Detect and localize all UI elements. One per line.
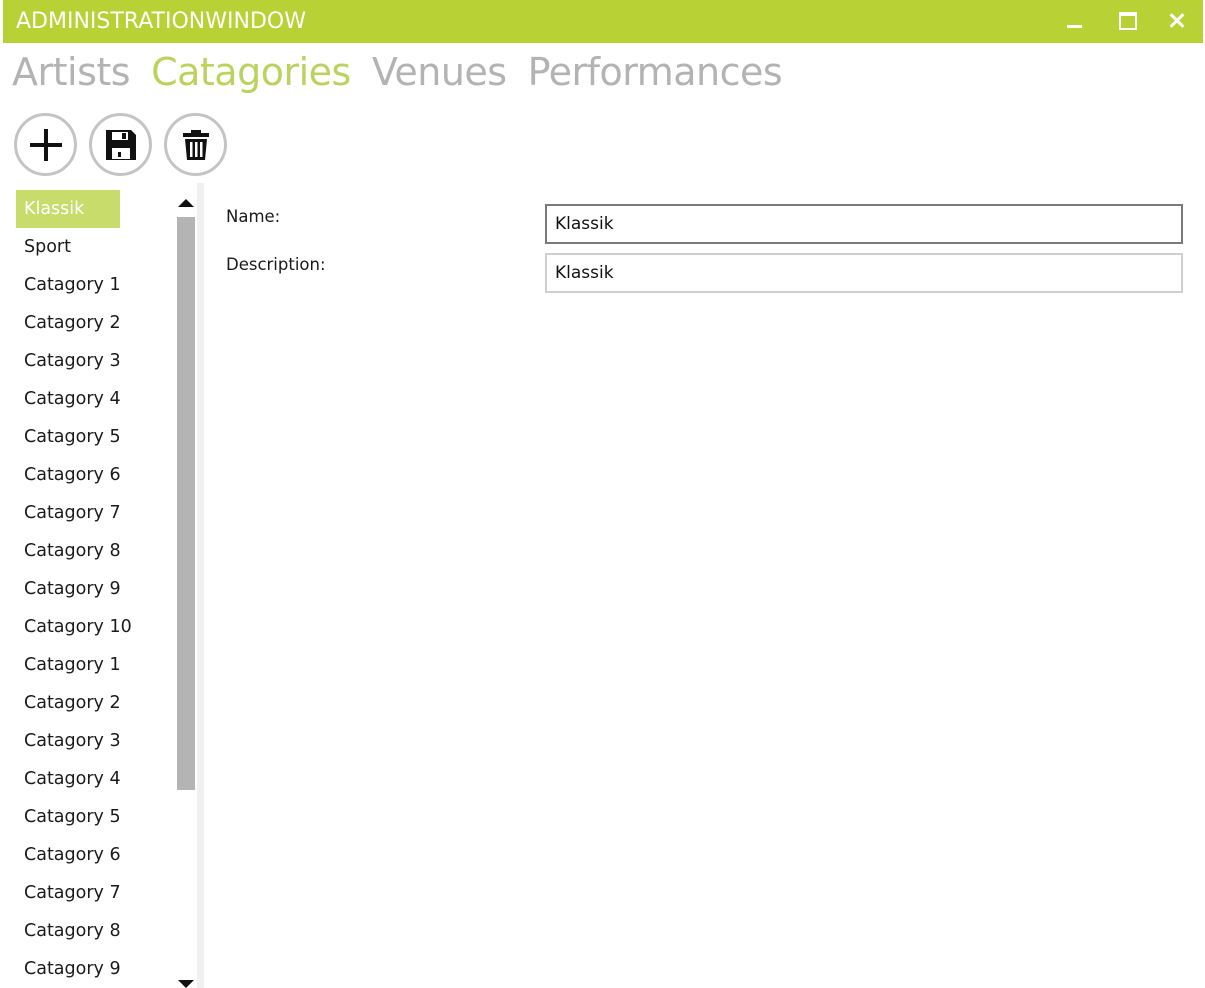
tab-artists[interactable]: Artists [12,50,131,104]
list-item[interactable]: Catagory 6 [16,836,176,874]
panel-splitter[interactable] [197,183,204,988]
list-item[interactable]: Catagory 5 [16,798,176,836]
name-field[interactable] [545,204,1183,244]
description-field[interactable] [545,253,1183,293]
list-item[interactable]: Catagory 2 [16,304,176,342]
list-item[interactable]: Catagory 4 [16,380,176,418]
list-item[interactable]: Catagory 8 [16,912,176,950]
list-item[interactable]: Catagory 3 [16,342,176,380]
minimize-icon[interactable] [1060,6,1090,36]
list-item[interactable]: Catagory 4 [16,760,176,798]
list-item[interactable]: Catagory 9 [16,570,176,608]
list-item[interactable]: Catagory 6 [16,456,176,494]
description-label: Description: [226,255,326,274]
section-tabs: Artists Catagories Venues Performances [12,50,803,104]
scroll-up-arrow-icon[interactable] [178,199,194,207]
list-item[interactable]: Catagory 5 [16,418,176,456]
list-item[interactable]: Sport [16,228,176,266]
maximize-icon[interactable] [1111,6,1141,36]
tab-catagories[interactable]: Catagories [151,50,351,104]
category-list-panel: Klassik Sport Catagory 1 Catagory 2 Cata… [14,183,199,988]
toolbar [14,113,239,176]
scroll-thumb[interactable] [177,217,195,790]
list-item[interactable]: Catagory 3 [16,722,176,760]
list-item[interactable]: Catagory 7 [16,874,176,912]
scroll-down-arrow-icon[interactable] [178,980,194,988]
add-icon [29,128,62,161]
list-item[interactable]: Klassik [16,190,120,228]
list-item[interactable]: Catagory 9 [16,950,176,988]
list-scrollbar[interactable] [176,195,196,988]
administration-window: ADMINISTRATIONWINDOW Artists Catagories … [0,0,1205,988]
save-button[interactable] [89,113,152,176]
list-item[interactable]: Catagory 10 [16,608,176,646]
list-item[interactable]: Catagory 8 [16,532,176,570]
delete-button[interactable] [164,113,227,176]
list-item[interactable]: Catagory 2 [16,684,176,722]
list-item[interactable]: Catagory 7 [16,494,176,532]
category-list: Klassik Sport Catagory 1 Catagory 2 Cata… [16,190,176,988]
category-detail-form: Name: Description: [204,183,1205,988]
trash-icon [182,129,209,160]
list-item[interactable]: Catagory 1 [16,266,176,304]
name-label: Name: [226,207,281,226]
tab-venues[interactable]: Venues [372,50,507,104]
list-item[interactable]: Catagory 1 [16,646,176,684]
tab-performances[interactable]: Performances [528,50,783,104]
window-title: ADMINISTRATIONWINDOW [16,9,306,34]
close-icon[interactable] [1162,6,1192,36]
title-bar[interactable]: ADMINISTRATIONWINDOW [3,0,1203,43]
add-button[interactable] [14,113,77,176]
save-icon [105,129,136,160]
